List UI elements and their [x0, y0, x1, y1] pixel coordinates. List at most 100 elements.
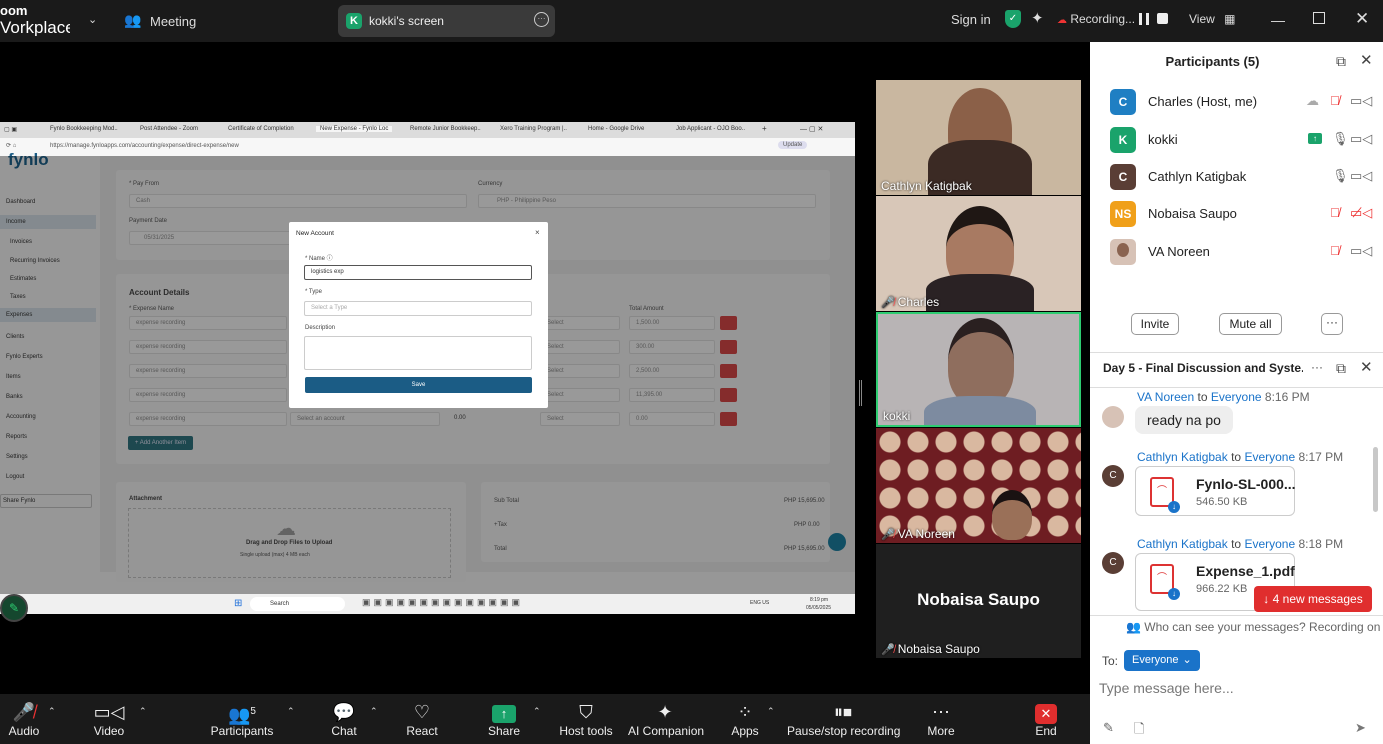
description-textarea[interactable]	[304, 336, 532, 370]
format-icon[interactable]: ✎	[1103, 720, 1114, 736]
new-messages-button[interactable]: ↓ 4 new messages	[1254, 586, 1372, 612]
participant-row[interactable]: C Cathlyn Katigbak 🎙 ▭◁	[1110, 162, 1372, 192]
browser-update-button[interactable]: Update	[778, 141, 808, 149]
participant-row[interactable]: C Charles (Host, me) ☁ 🎙̸ ▭◁	[1110, 87, 1372, 117]
chevron-up-icon[interactable]: ⌃	[533, 706, 541, 717]
recording-status[interactable]: ☁ Recording...	[1057, 12, 1135, 26]
chat-author[interactable]: Cathlyn Katigbak	[1137, 537, 1228, 551]
end-meeting-button[interactable]: ✕ End	[1026, 694, 1066, 744]
more-options-icon[interactable]: ···	[534, 12, 549, 27]
video-off-icon[interactable]: ▭̸◁	[1350, 205, 1372, 221]
file-attach-icon[interactable]: 🗋	[1134, 720, 1144, 742]
more-options-icon[interactable]: ···	[1311, 360, 1323, 374]
chevron-up-icon[interactable]: ⌃	[370, 706, 378, 717]
react-button[interactable]: ♡ React	[400, 694, 444, 744]
popout-icon[interactable]: ⧉	[1336, 53, 1346, 70]
more-button[interactable]: ···	[1321, 313, 1343, 335]
save-button[interactable]: Save	[305, 377, 532, 393]
browser-tab[interactable]: Post Attendee - Zoom	[140, 126, 198, 132]
share-button[interactable]: ↑ Share	[482, 694, 526, 744]
close-icon[interactable]: ✕	[1360, 358, 1373, 376]
splitter-handle[interactable]	[859, 380, 862, 406]
video-button[interactable]: ▭◁ Video	[86, 694, 132, 744]
send-icon[interactable]: ➤	[1355, 720, 1366, 736]
download-icon[interactable]: ↓	[1168, 501, 1180, 513]
windows-start-icon[interactable]: ⊞	[234, 598, 242, 609]
taskbar-search[interactable]: Search	[250, 597, 345, 611]
host-tools-button[interactable]: ⛉ Host tools	[558, 694, 614, 744]
mic-muted-icon[interactable]: 🎙̸	[1330, 243, 1340, 258]
chat-message-input[interactable]: Type message here...	[1099, 680, 1369, 696]
chevron-up-icon[interactable]: ⌃	[287, 706, 295, 717]
account-type-select[interactable]: Select a Type	[304, 301, 532, 316]
who-can-see-link[interactable]: 👥 Who can see your messages? Recording o…	[1126, 620, 1380, 634]
video-tile-va-noreen[interactable]: 🎤̸ VA Noreen	[876, 428, 1081, 543]
video-tile-kokki[interactable]: kokki	[876, 312, 1081, 427]
browser-tab[interactable]: Job Applicant - OJO Boo..	[676, 126, 745, 132]
minimize-icon[interactable]: —	[1271, 12, 1285, 28]
invite-button[interactable]: Invite	[1131, 313, 1179, 335]
close-icon[interactable]: ✕	[1360, 51, 1373, 69]
chat-target[interactable]: Everyone	[1244, 537, 1295, 551]
video-camera-icon[interactable]: ▭◁	[1350, 168, 1372, 184]
browser-tab[interactable]: Home - Google Drive	[588, 126, 644, 132]
browser-tab[interactable]: Certificate of Completion	[228, 126, 294, 132]
mic-icon[interactable]: 🎙	[1332, 131, 1349, 147]
new-tab-icon[interactable]: +	[762, 124, 767, 133]
chat-target[interactable]: Everyone	[1244, 450, 1295, 464]
restore-icon[interactable]	[1313, 12, 1325, 24]
taskbar-app-icons[interactable]: ▣▣▣▣▣▣▣▣▣▣▣▣▣▣	[362, 597, 523, 608]
shield-check-icon[interactable]: ✓	[1005, 10, 1021, 28]
video-tile-nobaisa[interactable]: Nobaisa Saupo 🎤̸ Nobaisa Saupo	[876, 544, 1081, 658]
download-icon[interactable]: ↓	[1168, 588, 1180, 600]
chat-button[interactable]: 💬 Chat	[322, 694, 366, 744]
stop-icon[interactable]	[1157, 13, 1168, 24]
annotate-pen-icon[interactable]: ✎	[0, 594, 28, 622]
chat-author[interactable]: Cathlyn Katigbak	[1137, 450, 1228, 464]
close-icon[interactable]: ✕	[1355, 9, 1369, 29]
window-controls-icon[interactable]: — ▢ ✕	[800, 125, 823, 133]
chat-scrollbar[interactable]	[1373, 447, 1378, 512]
close-icon[interactable]: ×	[535, 228, 540, 237]
pause-icon[interactable]	[1139, 13, 1149, 25]
participant-row[interactable]: VA Noreen 🎙̸ ▭◁	[1110, 237, 1372, 267]
chat-author[interactable]: VA Noreen	[1137, 390, 1194, 404]
mic-muted-icon[interactable]: 🎙̸	[1330, 93, 1340, 108]
chevron-up-icon[interactable]: ⌃	[767, 706, 775, 717]
apps-button[interactable]: ⁘ Apps	[724, 694, 766, 744]
ai-companion-button[interactable]: ✦ AI Companion	[628, 694, 704, 744]
participants-button[interactable]: 👥5 Participants	[206, 694, 278, 744]
recipient-select[interactable]: Everyone ⌄	[1124, 650, 1200, 671]
mic-muted-icon[interactable]: 🎙̸	[1330, 205, 1340, 220]
participant-row[interactable]: NS Nobaisa Saupo 🎙̸ ▭̸◁	[1110, 199, 1372, 229]
video-camera-icon[interactable]: ▭◁	[1350, 131, 1372, 147]
chevron-down-icon[interactable]: ⌄	[88, 13, 97, 26]
chevron-up-icon[interactable]: ⌃	[139, 706, 147, 717]
chat-file-card[interactable]: ⌒ ↓ Fynlo-SL-000... 546.50 KB	[1135, 466, 1296, 516]
ai-sparkle-icon[interactable]: ✦	[1031, 9, 1044, 27]
browser-tab-active[interactable]: New Expense - Fynlo Loc	[316, 126, 393, 132]
chat-target[interactable]: Everyone	[1211, 390, 1262, 404]
video-tile-charles[interactable]: 🎤̸ Charles	[876, 196, 1081, 311]
nav-buttons-icon[interactable]: ⟳ ⌂	[6, 142, 16, 149]
sign-in-link[interactable]: Sign in	[951, 12, 991, 27]
share-screen-pill[interactable]: K kokki's screen ···	[338, 5, 555, 37]
browser-tab[interactable]: Xero Training Program |..	[500, 126, 567, 132]
video-camera-icon[interactable]: ▭◁	[1350, 243, 1372, 259]
mic-icon[interactable]: 🎙	[1332, 168, 1349, 184]
browser-tab[interactable]: Fynlo Bookkeeping Mod..	[50, 126, 118, 132]
meeting-button[interactable]: 👥 Meeting	[124, 12, 224, 32]
account-name-input[interactable]: logistics exp	[304, 265, 532, 280]
pause-stop-recording-button[interactable]: ⏸⏹ Pause/stop recording	[787, 694, 900, 744]
browser-tab[interactable]: Remote Junior Bookkeep..	[410, 126, 481, 132]
more-button[interactable]: ⋯ More	[920, 694, 962, 744]
mute-all-button[interactable]: Mute all	[1219, 313, 1282, 335]
audio-button[interactable]: 🎤̸ Audio	[0, 694, 48, 744]
video-tile-cathlyn[interactable]: Cathlyn Katigbak	[876, 80, 1081, 195]
url-text[interactable]: https://manage.fynloapps.com/accounting/…	[50, 143, 239, 149]
popout-icon[interactable]: ⧉	[1336, 360, 1346, 377]
chevron-up-icon[interactable]: ⌃	[48, 706, 56, 717]
video-camera-icon[interactable]: ▭◁	[1350, 93, 1372, 109]
view-button[interactable]: View ▦	[1189, 12, 1235, 26]
participant-row[interactable]: K kokki ↑ 🎙 ▭◁	[1110, 125, 1372, 155]
